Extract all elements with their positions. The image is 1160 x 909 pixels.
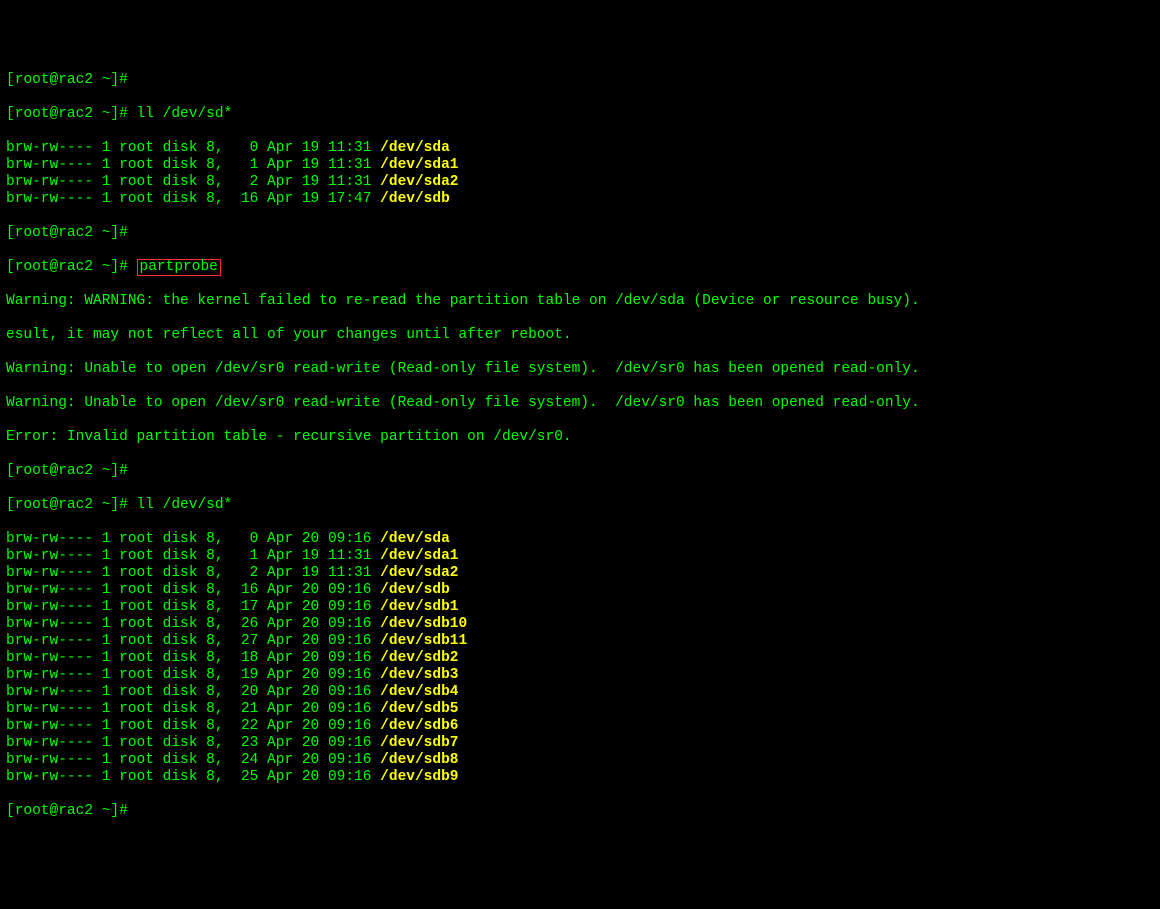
file-permissions: brw-rw---- 1 root disk 8, 16 Apr 20 09:1…	[6, 582, 380, 598]
device-path: /dev/sda1	[380, 157, 458, 173]
file-permissions: brw-rw---- 1 root disk 8, 22 Apr 20 09:1…	[6, 718, 380, 734]
device-path: /dev/sdb5	[380, 701, 458, 717]
file-permissions: brw-rw---- 1 root disk 8, 17 Apr 20 09:1…	[6, 599, 380, 615]
file-permissions: brw-rw---- 1 root disk 8, 25 Apr 20 09:1…	[6, 769, 380, 785]
file-permissions: brw-rw---- 1 root disk 8, 23 Apr 20 09:1…	[6, 735, 380, 751]
ls-row: brw-rw---- 1 root disk 8, 18 Apr 20 09:1…	[6, 650, 1154, 667]
ls-output-1: brw-rw---- 1 root disk 8, 0 Apr 19 11:31…	[6, 140, 1154, 208]
device-path: /dev/sdb9	[380, 769, 458, 785]
partprobe-command-highlight: partprobe	[137, 259, 221, 276]
device-path: /dev/sdb6	[380, 718, 458, 734]
prompt-line[interactable]: [root@rac2 ~]#	[6, 803, 128, 819]
file-permissions: brw-rw---- 1 root disk 8, 2 Apr 19 11:31	[6, 174, 380, 190]
file-permissions: brw-rw---- 1 root disk 8, 19 Apr 20 09:1…	[6, 667, 380, 683]
device-path: /dev/sdb11	[380, 633, 467, 649]
warning-line: esult, it may not reflect all of your ch…	[6, 327, 1154, 344]
file-permissions: brw-rw---- 1 root disk 8, 18 Apr 20 09:1…	[6, 650, 380, 666]
ls-row: brw-rw---- 1 root disk 8, 2 Apr 19 11:31…	[6, 174, 1154, 191]
device-path: /dev/sdb8	[380, 752, 458, 768]
warning-line: Warning: Unable to open /dev/sr0 read-wr…	[6, 395, 1154, 412]
file-permissions: brw-rw---- 1 root disk 8, 0 Apr 20 09:16	[6, 531, 380, 547]
ls-row: brw-rw---- 1 root disk 8, 16 Apr 20 09:1…	[6, 582, 1154, 599]
device-path: /dev/sdb	[380, 582, 450, 598]
file-permissions: brw-rw---- 1 root disk 8, 27 Apr 20 09:1…	[6, 633, 380, 649]
device-path: /dev/sdb10	[380, 616, 467, 632]
prompt-line: [root@rac2 ~]#	[6, 463, 128, 479]
ls-output-2: brw-rw---- 1 root disk 8, 0 Apr 20 09:16…	[6, 531, 1154, 786]
device-path: /dev/sdb4	[380, 684, 458, 700]
file-permissions: brw-rw---- 1 root disk 8, 2 Apr 19 11:31	[6, 565, 380, 581]
device-path: /dev/sda	[380, 140, 450, 156]
device-path: /dev/sda	[380, 531, 450, 547]
ls-row: brw-rw---- 1 root disk 8, 19 Apr 20 09:1…	[6, 667, 1154, 684]
device-path: /dev/sdb3	[380, 667, 458, 683]
ls-row: brw-rw---- 1 root disk 8, 27 Apr 20 09:1…	[6, 633, 1154, 650]
prompt-line[interactable]: [root@rac2 ~]#	[6, 106, 137, 122]
device-path: /dev/sda2	[380, 174, 458, 190]
ls-row: brw-rw---- 1 root disk 8, 0 Apr 20 09:16…	[6, 531, 1154, 548]
ls-row: brw-rw---- 1 root disk 8, 22 Apr 20 09:1…	[6, 718, 1154, 735]
prompt-line: [root@rac2 ~]#	[6, 225, 128, 241]
device-path: /dev/sda2	[380, 565, 458, 581]
prompt-line[interactable]: [root@rac2 ~]#	[6, 497, 137, 513]
device-path: /dev/sdb2	[380, 650, 458, 666]
device-path: /dev/sdb1	[380, 599, 458, 615]
ls-row: brw-rw---- 1 root disk 8, 1 Apr 19 11:31…	[6, 157, 1154, 174]
ls-row: brw-rw---- 1 root disk 8, 25 Apr 20 09:1…	[6, 769, 1154, 786]
error-line: Error: Invalid partition table - recursi…	[6, 429, 1154, 446]
ls-row: brw-rw---- 1 root disk 8, 17 Apr 20 09:1…	[6, 599, 1154, 616]
ls-row: brw-rw---- 1 root disk 8, 0 Apr 19 11:31…	[6, 140, 1154, 157]
command-text: ll /dev/sd*	[137, 106, 233, 122]
file-permissions: brw-rw---- 1 root disk 8, 20 Apr 20 09:1…	[6, 684, 380, 700]
file-permissions: brw-rw---- 1 root disk 8, 0 Apr 19 11:31	[6, 140, 380, 156]
ls-row: brw-rw---- 1 root disk 8, 16 Apr 19 17:4…	[6, 191, 1154, 208]
ls-row: brw-rw---- 1 root disk 8, 26 Apr 20 09:1…	[6, 616, 1154, 633]
ls-row: brw-rw---- 1 root disk 8, 23 Apr 20 09:1…	[6, 735, 1154, 752]
command-text: ll /dev/sd*	[137, 497, 233, 513]
file-permissions: brw-rw---- 1 root disk 8, 16 Apr 19 17:4…	[6, 191, 380, 207]
file-permissions: brw-rw---- 1 root disk 8, 1 Apr 19 11:31	[6, 157, 380, 173]
device-path: /dev/sda1	[380, 548, 458, 564]
ls-row: brw-rw---- 1 root disk 8, 21 Apr 20 09:1…	[6, 701, 1154, 718]
file-permissions: brw-rw---- 1 root disk 8, 26 Apr 20 09:1…	[6, 616, 380, 632]
ls-row: brw-rw---- 1 root disk 8, 1 Apr 19 11:31…	[6, 548, 1154, 565]
file-permissions: brw-rw---- 1 root disk 8, 24 Apr 20 09:1…	[6, 752, 380, 768]
device-path: /dev/sdb	[380, 191, 450, 207]
file-permissions: brw-rw---- 1 root disk 8, 1 Apr 19 11:31	[6, 548, 380, 564]
warning-line: Warning: WARNING: the kernel failed to r…	[6, 293, 1154, 310]
prompt-line[interactable]: [root@rac2 ~]#	[6, 259, 137, 275]
warning-line: Warning: Unable to open /dev/sr0 read-wr…	[6, 361, 1154, 378]
file-permissions: brw-rw---- 1 root disk 8, 21 Apr 20 09:1…	[6, 701, 380, 717]
device-path: /dev/sdb7	[380, 735, 458, 751]
ls-row: brw-rw---- 1 root disk 8, 20 Apr 20 09:1…	[6, 684, 1154, 701]
prompt-line: [root@rac2 ~]#	[6, 72, 128, 88]
ls-row: brw-rw---- 1 root disk 8, 24 Apr 20 09:1…	[6, 752, 1154, 769]
ls-row: brw-rw---- 1 root disk 8, 2 Apr 19 11:31…	[6, 565, 1154, 582]
